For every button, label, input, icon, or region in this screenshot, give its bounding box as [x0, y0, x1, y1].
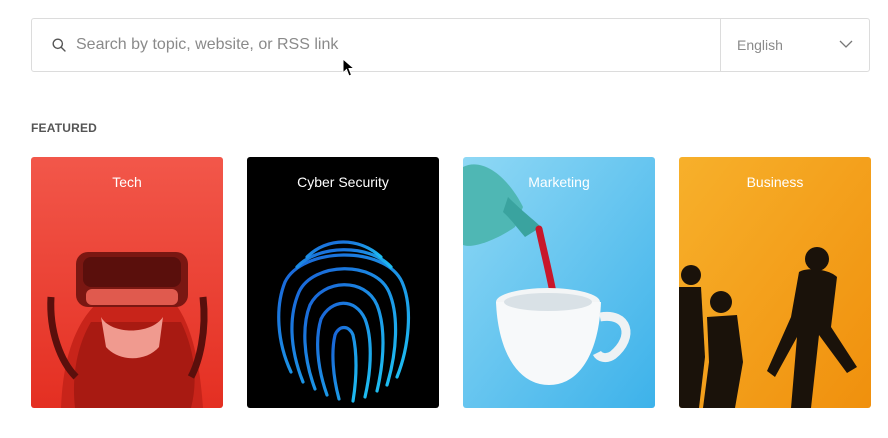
card-label: Marketing	[528, 174, 590, 190]
fingerprint-card-image	[247, 157, 439, 408]
silhouettes-card-image	[679, 157, 871, 408]
featured-card-cyber-security[interactable]: Cyber Security	[247, 157, 439, 408]
tech-card-image	[31, 157, 223, 408]
search-input[interactable]	[76, 19, 720, 71]
featured-card-tech[interactable]: Tech	[31, 157, 223, 408]
card-label: Cyber Security	[297, 174, 389, 190]
featured-card-business[interactable]: Business	[679, 157, 871, 408]
search-icon	[51, 37, 67, 53]
search-bar: English	[31, 18, 870, 72]
featured-card-marketing[interactable]: Marketing	[463, 157, 655, 408]
chevron-down-icon	[839, 36, 853, 54]
featured-heading: FEATURED	[31, 121, 98, 135]
card-label: Business	[746, 174, 804, 190]
teacup-card-image	[463, 157, 655, 408]
language-select[interactable]: English	[720, 19, 869, 71]
mouse-cursor-icon	[342, 58, 356, 77]
card-label: Tech	[112, 174, 142, 190]
language-select-value: English	[737, 37, 783, 53]
